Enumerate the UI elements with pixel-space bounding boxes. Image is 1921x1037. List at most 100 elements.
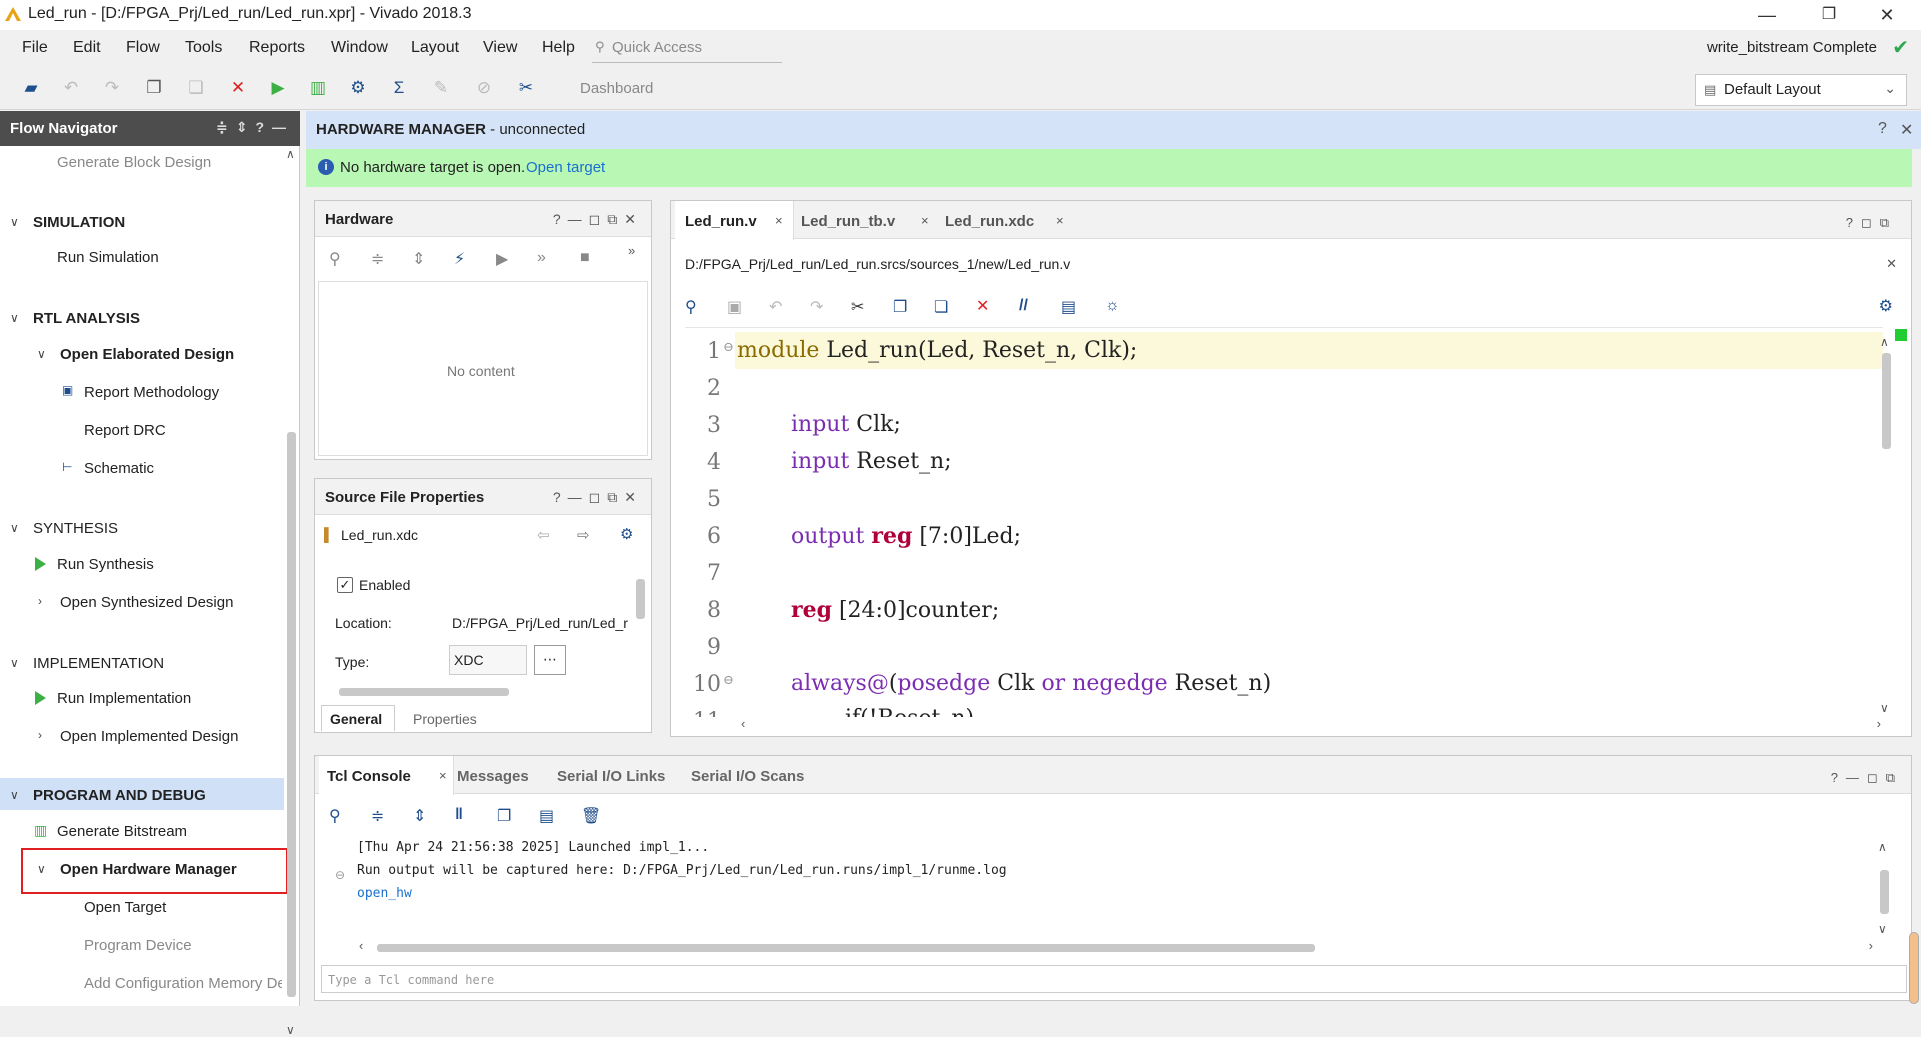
collapse-all-icon[interactable]: ≑ [371,249,384,269]
delete-icon[interactable]: ✕ [976,296,989,316]
tool-disabled2-icon[interactable]: ⊘ [473,77,495,99]
scrollbar-thumb[interactable] [287,432,296,997]
forward-icon[interactable]: ⇨ [577,526,590,544]
nav-run-simulation[interactable]: Run Simulation [57,249,159,266]
scrollbar-thumb[interactable] [636,579,645,619]
chevron-left-icon[interactable]: ‹ [359,938,363,953]
nav-program-device[interactable]: Program Device [84,937,192,954]
menu-window[interactable]: Window [331,39,388,57]
chevron-right-icon[interactable]: › [38,728,42,742]
nav-open-implemented-design[interactable]: Open Implemented Design [60,728,238,745]
nav-add-config-memory[interactable]: Add Configuration Memory Dev [84,975,282,992]
tab-messages[interactable]: Messages [457,768,529,785]
browse-button[interactable]: ⋯ [534,645,566,675]
paste-icon[interactable]: ❏ [934,297,948,317]
redo-icon[interactable]: ↷ [101,77,123,99]
nav-synthesis[interactable]: SYNTHESIS [33,520,118,537]
tab-properties[interactable]: Properties [413,711,477,727]
lightbulb-icon[interactable]: ☼ [1105,297,1120,315]
chevron-down-icon[interactable]: ∨ [10,215,19,229]
chevron-up-icon[interactable]: ∧ [1878,840,1887,854]
tcl-command-input[interactable]: Type a Tcl command here [321,965,1907,993]
close-icon[interactable]: × [1056,213,1064,228]
layout-select[interactable]: ▤ Default Layout ⌄ [1695,74,1907,106]
bitstream-icon[interactable]: ▥ [307,77,329,99]
undo-icon[interactable]: ↶ [769,297,782,317]
chevron-up-icon[interactable]: ∧ [286,147,295,161]
chevron-down-icon[interactable]: ∨ [10,311,19,325]
search-icon[interactable]: ⚲ [329,806,341,826]
type-field[interactable]: XDC [449,645,527,675]
tab-led-run-xdc[interactable]: Led_run.xdc [945,213,1034,230]
sigma-icon[interactable]: Σ [388,77,410,99]
tab-serial-io-scans[interactable]: Serial I/O Scans [691,768,804,785]
search-icon[interactable]: ⚲ [329,249,341,269]
open-project-icon[interactable]: ▰ [20,77,42,99]
wrench-icon[interactable]: ✂ [515,77,537,99]
close-icon[interactable]: × [775,213,783,228]
cut-icon[interactable]: ✂ [851,297,864,317]
scrollbar-thumb[interactable] [1882,353,1891,449]
nav-rtl-analysis[interactable]: RTL ANALYSIS [33,310,140,327]
nav-run-implementation[interactable]: Run Implementation [57,690,191,707]
expand-all-icon[interactable]: ⇕ [413,806,426,826]
column-icon[interactable]: ▤ [1061,297,1076,317]
copy-icon[interactable]: ❐ [497,806,511,826]
console-hscrollbar[interactable]: ‹ › [359,938,1873,955]
chevron-down-icon[interactable]: ∨ [37,347,46,361]
tab-led-run-tb[interactable]: Led_run_tb.v [801,213,895,230]
tool-disabled-icon[interactable]: ✎ [430,77,452,99]
run-icon[interactable]: ▶ [496,249,508,269]
collapse-all-icon[interactable]: ≑ [371,806,384,826]
restore-button[interactable]: ❐ [1804,2,1854,28]
dashboard-button[interactable]: Dashboard [580,80,653,97]
editor-vscrollbar[interactable]: ∧ ∨ [1879,335,1893,721]
panel-controls-icon[interactable]: ?—◻⧉ [1831,770,1903,786]
delete-icon[interactable]: ✕ [227,77,249,99]
chevron-down-icon[interactable]: ∨ [10,656,19,670]
settings-icon[interactable]: ⚙ [347,77,369,99]
header-controls-icon[interactable]: ≑⇕?— [216,119,294,136]
chevron-up-icon[interactable]: ∧ [1880,335,1889,349]
fold-icon[interactable]: ⊖ [335,868,345,882]
quick-access-input[interactable]: ⚲ Quick Access [592,33,782,63]
nav-generate-bitstream[interactable]: Generate Bitstream [57,823,187,840]
chevron-down-icon[interactable]: ∨ [10,521,19,535]
fold-icon[interactable]: ⊖ [723,340,734,355]
props-scrollbar[interactable] [634,561,648,681]
expand-all-icon[interactable]: ⇕ [412,249,425,269]
fast-forward-icon[interactable]: » [537,249,546,267]
nav-open-elaborated-design[interactable]: Open Elaborated Design [60,346,234,363]
save-icon[interactable]: ▣ [727,297,742,317]
back-icon[interactable]: ⇦ [537,526,550,544]
scrollbar-thumb[interactable] [1880,870,1889,914]
props-hscrollbar[interactable] [321,685,631,697]
fold-icon[interactable]: ⊖ [723,673,734,688]
chevron-right-icon[interactable]: › [38,594,42,608]
editor-hscrollbar[interactable]: ‹ › [741,716,1881,733]
trash-icon[interactable]: 🗑 [581,806,601,826]
enabled-checkbox[interactable]: ✓ [337,577,353,593]
nav-open-target[interactable]: Open Target [84,899,166,916]
panel-controls-icon[interactable]: ?—◻⧉✕ [553,211,643,228]
menu-tools[interactable]: Tools [185,39,222,57]
nav-open-hardware-manager[interactable]: Open Hardware Manager [60,861,237,878]
open-target-link[interactable]: Open target [526,159,605,176]
copy-icon[interactable]: ❐ [143,77,165,99]
comment-icon[interactable]: // [1019,297,1028,315]
menu-view[interactable]: View [483,39,517,57]
menu-flow[interactable]: Flow [126,39,160,57]
chevron-down-icon[interactable]: ∨ [1878,922,1887,936]
overflow-icon[interactable]: » [628,243,635,258]
minimize-button[interactable]: — [1742,2,1792,28]
chevron-down-icon[interactable]: ∨ [37,862,46,876]
console-vscrollbar[interactable]: ∧ ∨ [1877,840,1891,940]
menu-edit[interactable]: Edit [73,39,101,57]
window-resize-handle[interactable] [1909,932,1919,1004]
close-icon[interactable]: × [439,768,447,783]
close-window-button[interactable]: ✕ [1862,2,1912,28]
code-editor[interactable]: 1 2 3 4 5 6 7 8 9 10 11 ⊖ ⊖ module Led_r… [685,332,1845,717]
panel-controls-icon[interactable]: ?◻⧉ [1846,215,1897,231]
menu-file[interactable]: File [22,39,48,57]
auto-connect-icon[interactable]: ⚡ [454,249,465,269]
